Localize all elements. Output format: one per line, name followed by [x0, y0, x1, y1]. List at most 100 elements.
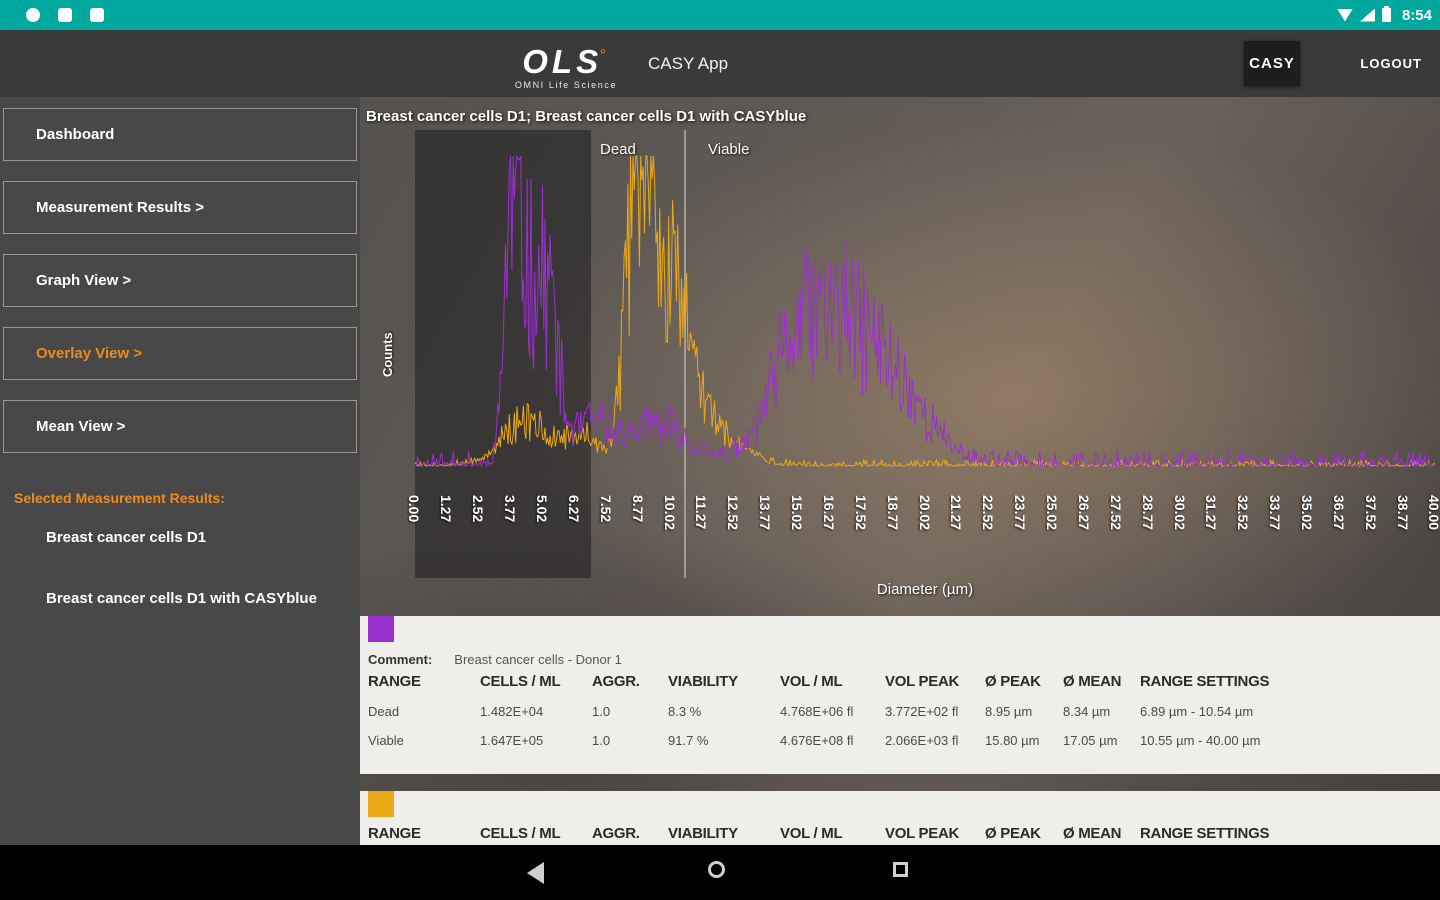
selected-results-heading: Selected Measurement Results: [14, 490, 225, 506]
table-cell: 3.772E+02 fl [885, 704, 959, 719]
column-header: VOL PEAK [885, 825, 960, 842]
comment-line: Comment: Breast cancer cells - Donor 1 [368, 652, 1440, 667]
logo-registered-mark: ° [600, 46, 610, 62]
x-tick-label: 33.77 [1267, 495, 1284, 531]
status-indicators: 8:54 [1336, 0, 1432, 30]
result-tables: Comment: Breast cancer cells - Donor 1 RAN… [360, 610, 1440, 845]
x-tick-label: 20.02 [916, 495, 933, 531]
x-tick-label: 26.27 [1075, 495, 1092, 531]
trace-breast-cancer-cells-d1 [415, 155, 1435, 468]
home-button[interactable] [708, 861, 725, 878]
sidebar-item-label: Dashboard [36, 126, 115, 143]
x-tick-label: 1.27 [438, 495, 455, 523]
x-tick-label: 2.52 [470, 495, 487, 523]
column-header: AGGR. [592, 673, 640, 690]
back-button[interactable] [527, 862, 544, 884]
table-cell: 91.7 % [668, 733, 709, 748]
x-tick-label: 30.02 [1171, 495, 1188, 531]
y-axis-label: Counts [380, 332, 395, 377]
table-header-row: RANGE CELLS / ML AGGR. VIABILITY VOL / ML VOL… [360, 673, 1440, 690]
table-cell: 15.80 µm [985, 733, 1040, 748]
column-header: VOL PEAK [885, 673, 960, 690]
casy-button[interactable]: CASY [1244, 41, 1300, 86]
sidebar-item-graph-view[interactable]: Graph View > [3, 254, 357, 307]
sidebar-nav: Dashboard Measurement Results > Graph View… [0, 97, 360, 453]
x-tick-label: 40.00 [1426, 495, 1440, 531]
x-tick-label: 5.02 [534, 495, 550, 523]
table-cell: 2.066E+03 fl [885, 733, 959, 748]
recents-button[interactable] [893, 862, 908, 877]
x-tick-label: 12.52 [725, 495, 742, 531]
x-tick-label: 25.02 [1044, 495, 1060, 531]
x-tick-label: 32.52 [1235, 495, 1252, 531]
trace-breast-cancer-cells-d1-casyblue [415, 155, 1435, 468]
series-color-swatch [368, 616, 394, 642]
table-cell: 17.05 µm [1063, 733, 1118, 748]
table-cell: 1.0 [592, 733, 611, 748]
column-header: Ø PEAK [985, 673, 1041, 690]
x-tick-label: 35.02 [1299, 495, 1315, 531]
table-cell: 4.676E+08 fl [780, 733, 854, 748]
x-axis-label: Diameter (µm) [876, 581, 974, 598]
result-table-1: Comment: Breast cancer cells - Donor 1 RAN… [360, 616, 1440, 774]
sidebar-item-measurement-results[interactable]: Measurement Results > [3, 181, 357, 234]
android-status-bar: 8:54 [0, 0, 1440, 30]
viable-region-label: Viable [708, 141, 750, 158]
x-tick-label: 23.77 [1012, 495, 1029, 531]
column-header: VOL / ML [780, 825, 843, 842]
table-cell: 8.95 µm [985, 704, 1033, 719]
x-tick-label: 13.77 [757, 495, 774, 531]
sidebar-item-label: Measurement Results > [36, 199, 204, 216]
sidebar-item-label: Graph View > [36, 272, 132, 289]
x-tick-label: 17.52 [852, 495, 869, 531]
x-tick-label: 0.00 [406, 495, 422, 523]
overlay-chart-plot[interactable] [415, 137, 1435, 469]
battery-icon [1381, 6, 1391, 22]
sidebar-item-overlay-view[interactable]: Overlay View > [3, 327, 357, 380]
table-cell: 1.482E+04 [480, 704, 544, 719]
table-cell: Viable [368, 733, 404, 748]
column-header: RANGE [368, 825, 421, 842]
x-tick-label: 15.02 [789, 495, 805, 531]
column-header: VIABILITY [668, 825, 738, 842]
x-tick-label: 16.27 [820, 495, 837, 531]
app-title: CASY App [648, 54, 729, 73]
x-tick-label: 37.52 [1362, 495, 1379, 531]
selected-measurement-2[interactable]: Breast cancer cells D1 with CASYblue [46, 590, 360, 607]
x-tick-label: 28.77 [1139, 495, 1156, 531]
dead-region-label: Dead [600, 141, 636, 158]
column-header: Ø MEAN [1063, 673, 1122, 690]
table-row: Viable 1.647E+05 1.0 91.7 % 4.676E+08 fl 2.06… [360, 733, 1440, 748]
logo-subtitle: OMNI Life Science [514, 80, 618, 90]
cell-signal-icon [1359, 8, 1375, 22]
table-cell: 8.34 µm [1063, 704, 1111, 719]
x-tick-label: 22.52 [980, 495, 997, 531]
table-cell: 1.647E+05 [480, 733, 544, 748]
table-cell: 6.89 µm - 10.54 µm [1140, 704, 1254, 719]
x-tick-label: 7.52 [597, 495, 614, 523]
logout-button[interactable]: LOGOUT [1360, 30, 1422, 97]
x-tick-label: 38.77 [1394, 495, 1411, 531]
x-tick-label: 6.27 [565, 495, 582, 523]
table-cell: 8.3 % [668, 704, 702, 719]
x-tick-label: 31.27 [1203, 495, 1220, 531]
series-color-swatch [368, 791, 394, 817]
x-tick-label: 21.27 [948, 495, 965, 531]
android-nav-bar [0, 845, 1440, 900]
column-header: VOL / ML [780, 673, 843, 690]
comment-value: Breast cancer cells - Donor 1 [454, 652, 622, 667]
logo-wordmark: OLS° [522, 43, 610, 80]
sidebar-item-dashboard[interactable]: Dashboard [3, 108, 357, 161]
clock-text: 8:54 [1401, 6, 1432, 24]
x-tick-label: 3.77 [502, 495, 519, 523]
notification-icons [26, 8, 104, 22]
sidebar-item-mean-view[interactable]: Mean View > [3, 400, 357, 453]
column-header: CELLS / ML [480, 673, 561, 690]
chart-title: Breast cancer cells D1; Breast cancer ce… [366, 108, 807, 125]
table-cell: 1.0 [592, 704, 611, 719]
selected-measurement-1[interactable]: Breast cancer cells D1 [46, 529, 360, 546]
selected-results-list: Breast cancer cells D1 Breast cancer cell… [0, 529, 360, 651]
x-tick-label: 11.27 [693, 495, 710, 530]
column-header: RANGE SETTINGS [1140, 825, 1270, 842]
x-tick-label: 36.27 [1330, 495, 1347, 531]
